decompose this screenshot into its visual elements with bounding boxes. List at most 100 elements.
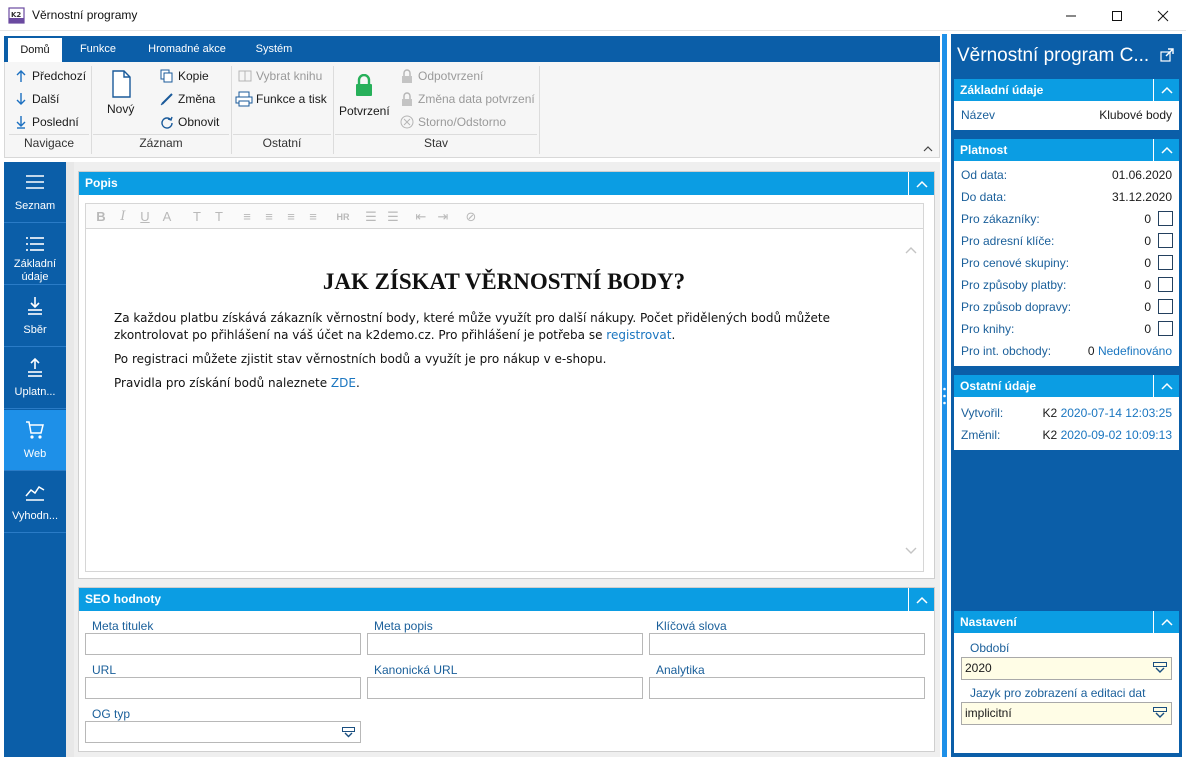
- ribbon-collapse-button[interactable]: [923, 142, 933, 156]
- tab-funkce[interactable]: Funkce: [70, 36, 126, 62]
- group-stav-label: Stav: [423, 136, 448, 150]
- seo-header: SEO hodnoty: [79, 588, 934, 611]
- address-keys-checkbox[interactable]: [1158, 233, 1173, 248]
- confirm-button[interactable]: Potvrzení: [339, 74, 390, 118]
- font-color-icon[interactable]: A: [158, 208, 176, 226]
- settings-collapse-button[interactable]: [1153, 611, 1179, 633]
- refresh-button[interactable]: Obnovit: [159, 114, 219, 130]
- align-right-icon[interactable]: ≡: [282, 208, 300, 226]
- keywords-input[interactable]: [649, 633, 925, 655]
- title-bar: K2 Věrnostní programy: [0, 0, 1186, 31]
- books-checkbox[interactable]: [1158, 321, 1173, 336]
- scroll-up-icon[interactable]: [905, 245, 917, 257]
- choose-book-button[interactable]: Vybrat knihu: [237, 68, 322, 84]
- scroll-down-icon[interactable]: [905, 545, 917, 557]
- other-collapse-button[interactable]: [1153, 375, 1179, 397]
- horizontal-rule-icon[interactable]: HR: [334, 208, 352, 226]
- editor-body[interactable]: JAK ZÍSKAT VĚRNOSTNÍ BODY? Za každou pla…: [85, 229, 924, 572]
- storno-button[interactable]: Storno/Odstorno: [399, 114, 506, 130]
- nav-sber[interactable]: Sběr: [4, 286, 66, 347]
- func-print-button[interactable]: Funkce a tisk: [235, 91, 327, 107]
- font-size-up-icon[interactable]: T: [210, 208, 228, 226]
- customers-checkbox[interactable]: [1158, 211, 1173, 226]
- align-center-icon[interactable]: ≡: [260, 208, 278, 226]
- nav-uplatneni[interactable]: Uplatn...: [4, 348, 66, 409]
- underline-icon[interactable]: U: [136, 208, 154, 226]
- changed-date-link[interactable]: 2020-09-02 10:09:13: [1061, 428, 1172, 442]
- og-type-select[interactable]: [85, 721, 361, 743]
- outdent-icon[interactable]: ⇤: [412, 208, 430, 226]
- copy-icon: [160, 69, 173, 83]
- chevron-up-icon: [1160, 618, 1173, 626]
- nav-seznam[interactable]: Seznam: [4, 162, 66, 223]
- from-date-row: Od data: 01.06.2020: [961, 168, 1172, 182]
- payment-methods-checkbox[interactable]: [1158, 277, 1173, 292]
- analytics-label: Analytika: [656, 663, 705, 677]
- tab-system[interactable]: Systém: [248, 36, 300, 62]
- k2-app-icon: K2: [8, 7, 25, 24]
- change-button[interactable]: Změna: [159, 91, 215, 107]
- unconfirm-button[interactable]: Odpotvrzení: [399, 68, 483, 84]
- meta-desc-input[interactable]: [367, 633, 643, 655]
- change-date-button[interactable]: Změna data potvrzení: [399, 91, 535, 107]
- copy-button[interactable]: Kopie: [159, 68, 209, 84]
- nav-zakladni-udaje[interactable]: Základní údaje: [4, 224, 66, 285]
- delivery-methods-checkbox[interactable]: [1158, 299, 1173, 314]
- maximize-button[interactable]: [1094, 0, 1140, 31]
- language-select[interactable]: implicitní: [961, 702, 1172, 725]
- tab-hromadne-akce[interactable]: Hromadné akce: [138, 36, 236, 62]
- to-date-row: Do data: 31.12.2020: [961, 190, 1172, 204]
- close-button[interactable]: [1140, 0, 1186, 31]
- align-left-icon[interactable]: ≡: [238, 208, 256, 226]
- new-button[interactable]: Nový: [107, 70, 134, 116]
- dropdown-icon: [1153, 707, 1167, 718]
- italic-icon[interactable]: I: [114, 208, 132, 226]
- next-button[interactable]: Další: [13, 91, 59, 107]
- indent-icon[interactable]: ⇥: [434, 208, 452, 226]
- window-title: Věrnostní programy: [32, 8, 138, 22]
- numbered-list-icon[interactable]: ☰: [362, 208, 380, 226]
- rules-link[interactable]: ZDE: [331, 376, 356, 390]
- ribbon-tabs: Domů Funkce Hromadné akce Systém: [4, 36, 940, 62]
- int-trade-link[interactable]: Nedefinováno: [1098, 344, 1172, 358]
- list-icon: [26, 175, 44, 189]
- ribbon: Předchozí Další Poslední Navigace Nový K…: [4, 62, 940, 158]
- url-input[interactable]: [85, 677, 361, 699]
- panel-splitter[interactable]: [941, 34, 948, 757]
- chevron-up-icon: [923, 146, 933, 152]
- document-paragraph-1: Za každou platbu získává zákazník věrnos…: [114, 311, 830, 342]
- editor-toolbar: B I U A T T ≡ ≡ ≡ ≡ HR ☰ ☰ ⇤ ⇥ ⊘: [85, 203, 924, 229]
- arrow-down-icon: [16, 93, 26, 105]
- link-icon[interactable]: ⊘: [462, 208, 480, 226]
- prev-button[interactable]: Předchozí: [13, 68, 86, 84]
- register-link[interactable]: registrovat: [606, 328, 671, 342]
- basic-collapse-button[interactable]: [1153, 79, 1179, 101]
- popis-collapse-button[interactable]: [908, 172, 934, 195]
- validity-collapse-button[interactable]: [1153, 139, 1179, 161]
- maximize-icon: [1112, 10, 1122, 21]
- canonical-input[interactable]: [367, 677, 643, 699]
- tab-domu[interactable]: Domů: [8, 36, 62, 62]
- period-label: Období: [970, 641, 1010, 655]
- seo-panel: SEO hodnoty Meta titulek Meta popis Klíč…: [78, 587, 935, 752]
- align-justify-icon[interactable]: ≡: [304, 208, 322, 226]
- font-size-down-icon[interactable]: T: [188, 208, 206, 226]
- document-paragraph-2: Po registraci můžete zjistit stav věrnos…: [114, 352, 607, 366]
- chevron-up-icon: [1160, 146, 1173, 154]
- meta-title-input[interactable]: [85, 633, 361, 655]
- meta-desc-label: Meta popis: [374, 619, 433, 633]
- nav-web[interactable]: Web: [4, 410, 66, 471]
- minimize-button[interactable]: [1048, 0, 1094, 31]
- last-button[interactable]: Poslední: [13, 114, 79, 130]
- price-groups-checkbox[interactable]: [1158, 255, 1173, 270]
- created-date-link[interactable]: 2020-07-14 12:03:25: [1061, 406, 1172, 420]
- nav-vyhodnoceni[interactable]: Vyhodn...: [4, 472, 66, 533]
- bold-icon[interactable]: B: [92, 208, 110, 226]
- chart-icon: [25, 485, 45, 501]
- period-select[interactable]: 2020: [961, 657, 1172, 680]
- analytics-input[interactable]: [649, 677, 925, 699]
- document-paragraph-3: Pravidla pro získání bodů naleznete ZDE.: [114, 376, 360, 390]
- seo-collapse-button[interactable]: [908, 588, 934, 611]
- open-external-icon[interactable]: [1160, 48, 1174, 62]
- bullet-list-icon[interactable]: ☰: [384, 208, 402, 226]
